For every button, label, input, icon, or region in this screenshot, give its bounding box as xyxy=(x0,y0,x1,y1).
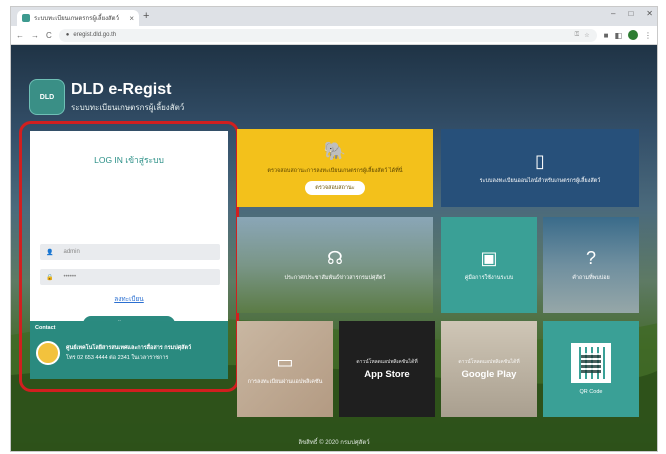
menu-kebab-icon[interactable]: ⋮ xyxy=(644,31,652,40)
lock-icon: ● xyxy=(65,32,70,38)
site-title: DLD e-Regist xyxy=(71,80,172,98)
tile-text: การลงทะเบียนผ่านแอปพลิเคชัน xyxy=(247,379,323,385)
tile-text: ประกาศ/ประชาสัมพันธ์ข่าวสารกรมปศุสัตว์ xyxy=(284,275,386,281)
window-controls: ‒ □ ✕ xyxy=(611,9,653,18)
tile-text: คู่มือการใช้งานระบบ xyxy=(464,275,514,281)
check-status-button[interactable]: ตรวจสอบสถานะ xyxy=(305,181,365,195)
faq-icon: ? xyxy=(585,248,596,268)
footer-copyright: ลิขสิทธิ์ © 2020 กรมปศุสัตว์ xyxy=(298,440,370,446)
maximize-icon[interactable]: □ xyxy=(628,9,633,18)
toolbar-icons: ■ ◧ ⋮ xyxy=(604,30,652,40)
star-icon[interactable]: ☆ xyxy=(584,32,589,39)
qr-caption: QR Code xyxy=(579,389,603,395)
app-store-label: App Store xyxy=(364,369,410,380)
back-icon[interactable]: ← xyxy=(16,31,24,40)
tile-faq[interactable]: ? คำถามที่พบบ่อย xyxy=(543,217,639,313)
close-tab-icon[interactable]: × xyxy=(129,14,134,23)
omnibox-icons: ⚿ ☆ xyxy=(575,32,590,39)
close-window-icon[interactable]: ✕ xyxy=(646,9,653,18)
tile-manual[interactable]: ▣ คู่มือการใช้งานระบบ xyxy=(441,217,537,313)
qr-code-icon xyxy=(571,343,611,383)
tile-text: คำถามที่พบบ่อย xyxy=(572,275,610,281)
download-caption: ดาวน์โหลดแอปพลิเคชันได้ที่ xyxy=(356,359,418,365)
tile-qr-code[interactable]: QR Code xyxy=(543,321,639,417)
forward-icon[interactable]: → xyxy=(31,31,39,40)
minimize-icon[interactable]: ‒ xyxy=(611,9,615,18)
favicon-icon xyxy=(22,14,30,22)
megaphone-icon: ☊ xyxy=(327,248,343,268)
google-play-label: Google Play xyxy=(461,369,517,380)
elephant-icon: 🐘 xyxy=(323,141,347,161)
puzzle-icon[interactable]: ◧ xyxy=(614,31,622,40)
logo-badge: DLD xyxy=(29,79,65,115)
tile-text: ระบบลงทะเบียนออนไลน์สำหรับเกษตรกรผู้เลี้… xyxy=(479,178,601,184)
site-logo[interactable]: DLD DLD e-Regist ระบบทะเบียนเกษตรกรผู้เล… xyxy=(29,79,184,115)
url-input[interactable]: ● eregist.dld.go.th ⚿ ☆ xyxy=(58,28,597,42)
browser-tab[interactable]: ระบบทะเบียนเกษตรกรผู้เลี้ยงสัตว์ × xyxy=(17,10,139,26)
card-icon: ▭ xyxy=(276,352,294,372)
tile-app-register[interactable]: ▭ การลงทะเบียนผ่านแอปพลิเคชัน xyxy=(237,321,333,417)
profile-avatar-icon[interactable] xyxy=(628,30,638,40)
tile-online-register[interactable]: ▯ ระบบลงทะเบียนออนไลน์สำหรับเกษตรกรผู้เล… xyxy=(441,129,639,207)
extension-icon[interactable]: ■ xyxy=(604,31,609,40)
address-bar-row: ← → C ● eregist.dld.go.th ⚿ ☆ ■ ◧ ⋮ xyxy=(11,26,657,45)
tab-title: ระบบทะเบียนเกษตรกรผู้เลี้ยงสัตว์ xyxy=(34,16,119,22)
url-text: eregist.dld.go.th xyxy=(73,32,117,38)
page-background: DLD DLD e-Regist ระบบทะเบียนเกษตรกรผู้เล… xyxy=(11,45,657,451)
tile-check-status[interactable]: 🐘 ตรวจสอบสถานะการลงทะเบียนเกษตรกรผู้เลี้… xyxy=(237,129,433,207)
download-caption: ดาวน์โหลดแอปพลิเคชันได้ที่ xyxy=(458,359,520,365)
tile-google-play[interactable]: ดาวน์โหลดแอปพลิเคชันได้ที่ Google Play xyxy=(441,321,537,417)
browser-window: ระบบทะเบียนเกษตรกรผู้เลี้ยงสัตว์ × + ‒ □… xyxy=(10,6,658,452)
tab-bar: ระบบทะเบียนเกษตรกรผู้เลี้ยงสัตว์ × + ‒ □… xyxy=(11,7,657,26)
new-tab-button[interactable]: + xyxy=(143,10,149,23)
tile-app-store[interactable]: ดาวน์โหลดแอปพลิเคชันได้ที่ App Store xyxy=(339,321,435,417)
tile-news[interactable]: ☊ ประกาศ/ประชาสัมพันธ์ข่าวสารกรมปศุสัตว์ xyxy=(237,217,433,313)
reload-icon[interactable]: C xyxy=(46,31,52,40)
tile-text: ตรวจสอบสถานะการลงทะเบียนเกษตรกรผู้เลี้ยง… xyxy=(267,168,403,174)
site-subtitle: ระบบทะเบียนเกษตรกรผู้เลี้ยงสัตว์ xyxy=(71,102,185,112)
book-icon: ▣ xyxy=(480,248,498,268)
phone-icon: ▯ xyxy=(535,151,545,171)
key-icon[interactable]: ⚿ xyxy=(575,32,580,39)
highlight-frame xyxy=(19,121,239,392)
